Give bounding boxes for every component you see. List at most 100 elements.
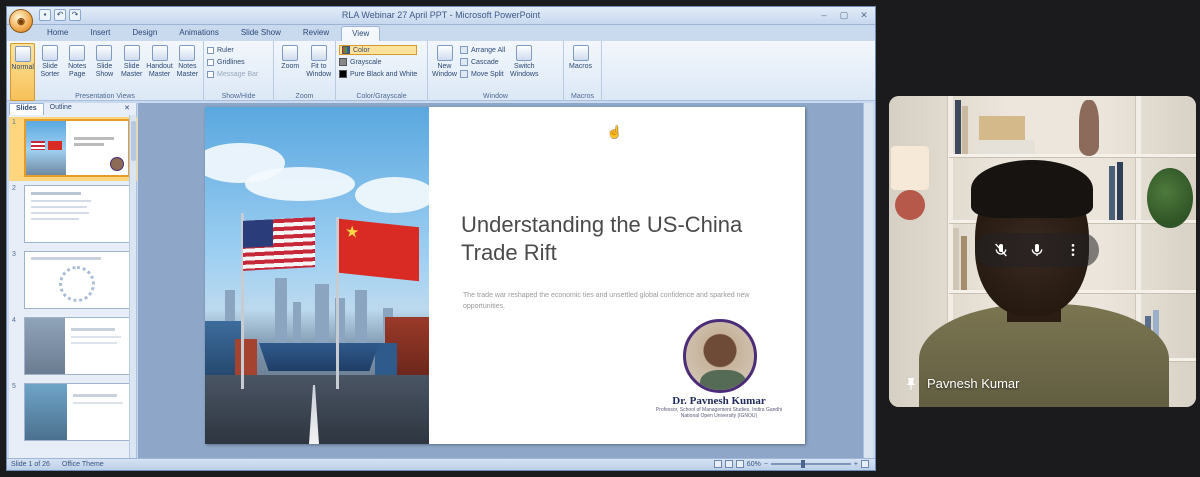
slide-thumbnail-4[interactable]: 4 bbox=[9, 315, 137, 379]
trade-illustration: ★ bbox=[205, 107, 429, 444]
tab-view[interactable]: View bbox=[341, 26, 381, 41]
ruler-label: Ruler bbox=[217, 46, 234, 54]
ribbon-tabs: Home Insert Design Animations Slide Show… bbox=[37, 26, 381, 41]
zoom-slider[interactable] bbox=[770, 460, 851, 468]
lamp bbox=[891, 146, 929, 190]
slide-thumbnail-3[interactable]: 3 bbox=[9, 249, 137, 313]
pin-icon[interactable] bbox=[905, 377, 917, 391]
thumbnail-image bbox=[24, 185, 130, 243]
ruler-check-icon bbox=[207, 46, 214, 54]
normal-view-status-icon[interactable] bbox=[713, 460, 722, 468]
arrange-all-button[interactable]: Arrange All bbox=[460, 45, 505, 55]
vase bbox=[1079, 100, 1099, 156]
slide-title: Understanding the US-China Trade Rift bbox=[461, 212, 743, 265]
switch-windows-label: Switch Windows bbox=[510, 63, 539, 78]
maximize-icon[interactable]: ▢ bbox=[837, 9, 851, 21]
presenter-role: Professor, School of Management Studies,… bbox=[655, 407, 783, 419]
slide-number: 5 bbox=[12, 383, 16, 390]
group-label-macros: Macros bbox=[571, 93, 594, 100]
magnifier-icon bbox=[282, 45, 299, 61]
notes-master-label: Notes Master bbox=[176, 63, 199, 78]
pure-bw-option[interactable]: Pure Black and White bbox=[339, 69, 417, 79]
thumbnail-image bbox=[24, 251, 130, 309]
group-color-grayscale: Color Grayscale Pure Black and White Col… bbox=[336, 41, 428, 101]
gridlines-check-icon bbox=[207, 58, 214, 66]
message-bar-checkbox[interactable]: Message Bar bbox=[207, 69, 258, 79]
ribbon: Normal Slide Sorter Notes Page Slide Sho… bbox=[7, 41, 875, 101]
slide-thumbnail-5[interactable]: 5 bbox=[9, 381, 137, 445]
slide-thumbnail-2[interactable]: 2 bbox=[9, 183, 137, 247]
window-title: RLA Webinar 27 April PPT - Microsoft Pow… bbox=[341, 10, 541, 20]
move-split-icon bbox=[460, 70, 468, 78]
tab-review[interactable]: Review bbox=[293, 26, 339, 41]
editor-scrollbar[interactable] bbox=[863, 103, 873, 459]
grayscale-label: Grayscale bbox=[350, 58, 382, 66]
participant-video-tile[interactable]: Pavnesh Kumar bbox=[889, 96, 1196, 407]
group-label-window: Window bbox=[483, 93, 508, 100]
zoom-out-icon[interactable]: − bbox=[764, 461, 768, 468]
zoom-slider-knob[interactable] bbox=[800, 460, 805, 468]
thumbnail-image bbox=[24, 317, 130, 375]
tab-slides[interactable]: Slides bbox=[9, 103, 44, 115]
slide-subtitle: The trade war reshaped the economic ties… bbox=[463, 292, 750, 310]
ruler-checkbox[interactable]: Ruler bbox=[207, 45, 258, 55]
color-swatch-icon bbox=[342, 46, 350, 54]
normal-view-icon bbox=[14, 46, 31, 62]
message-bar-label: Message Bar bbox=[217, 70, 259, 78]
thumbnail-image bbox=[24, 383, 130, 441]
fit-slide-icon[interactable] bbox=[861, 460, 869, 468]
group-label-color-grayscale: Color/Grayscale bbox=[356, 93, 407, 100]
slide-show-status-icon[interactable] bbox=[735, 460, 744, 468]
handout-master-icon bbox=[151, 45, 168, 61]
handout-master-label: Handout Master bbox=[146, 63, 173, 78]
slide-number: 3 bbox=[12, 251, 16, 258]
tab-slide-show[interactable]: Slide Show bbox=[231, 26, 291, 41]
normal-view-label: Normal bbox=[11, 64, 34, 71]
tab-design[interactable]: Design bbox=[122, 26, 167, 41]
group-label-zoom: Zoom bbox=[295, 93, 314, 100]
plant bbox=[1147, 168, 1193, 228]
china-flag-icon: ★ bbox=[339, 218, 419, 282]
group-show-hide: Ruler Gridlines Message Bar Show/Hide bbox=[204, 41, 274, 101]
close-icon[interactable]: ✕ bbox=[857, 9, 871, 21]
slides-pane-scrollbar[interactable] bbox=[129, 115, 136, 459]
status-bar: Slide 1 of 26 Office Theme 60% − + bbox=[7, 458, 875, 470]
slide-count: Slide 1 of 26 bbox=[11, 461, 50, 468]
tab-insert[interactable]: Insert bbox=[80, 26, 120, 41]
current-slide[interactable]: ★ Understanding the US-China Trade Rift … bbox=[205, 107, 805, 444]
participant-name: Pavnesh Kumar bbox=[927, 376, 1020, 391]
new-window-label: New Window bbox=[432, 63, 457, 78]
theme-name: Office Theme bbox=[61, 461, 104, 468]
title-bar: ▪ ↶ ↷ RLA Webinar 27 April PPT - Microso… bbox=[7, 7, 875, 25]
mic-icon[interactable] bbox=[1026, 239, 1048, 261]
slide-thumbnail-1[interactable]: 1 bbox=[9, 117, 137, 181]
thumbnail-image bbox=[24, 119, 130, 177]
mic-off-icon[interactable] bbox=[990, 239, 1012, 261]
participant-name-label: Pavnesh Kumar bbox=[905, 376, 1020, 391]
meeting-stage: ▪ ↶ ↷ RLA Webinar 27 April PPT - Microso… bbox=[0, 0, 1200, 477]
presenter-name: Dr. Pavnesh Kumar bbox=[672, 395, 766, 407]
move-split-label: Move Split bbox=[471, 70, 504, 78]
close-pane-icon[interactable]: ✕ bbox=[118, 103, 136, 115]
minimize-icon[interactable]: – bbox=[817, 9, 831, 21]
zoom-level: 60% bbox=[746, 460, 761, 468]
mouse-cursor-icon: ☝ bbox=[607, 125, 622, 139]
zoom-in-icon[interactable]: + bbox=[854, 461, 858, 468]
office-button[interactable]: ◉ bbox=[9, 9, 33, 33]
tab-outline[interactable]: Outline bbox=[44, 103, 78, 115]
grayscale-option[interactable]: Grayscale bbox=[339, 57, 417, 67]
gridlines-checkbox[interactable]: Gridlines bbox=[207, 57, 258, 67]
cascade-button[interactable]: Cascade bbox=[460, 57, 505, 67]
slide-sorter-status-icon[interactable] bbox=[724, 460, 733, 468]
more-vert-icon[interactable] bbox=[1062, 239, 1084, 261]
tab-home[interactable]: Home bbox=[37, 26, 78, 41]
message-bar-check-icon bbox=[207, 70, 214, 78]
move-split-button[interactable]: Move Split bbox=[460, 69, 505, 79]
scrollbar-thumb[interactable] bbox=[131, 121, 136, 161]
powerpoint-window: ▪ ↶ ↷ RLA Webinar 27 April PPT - Microso… bbox=[6, 6, 876, 471]
tab-animations[interactable]: Animations bbox=[169, 26, 229, 41]
color-option[interactable]: Color bbox=[339, 45, 418, 55]
group-presentation-views: Normal Slide Sorter Notes Page Slide Sho… bbox=[7, 41, 204, 101]
macros-icon bbox=[572, 45, 589, 61]
switch-windows-icon bbox=[516, 45, 533, 61]
